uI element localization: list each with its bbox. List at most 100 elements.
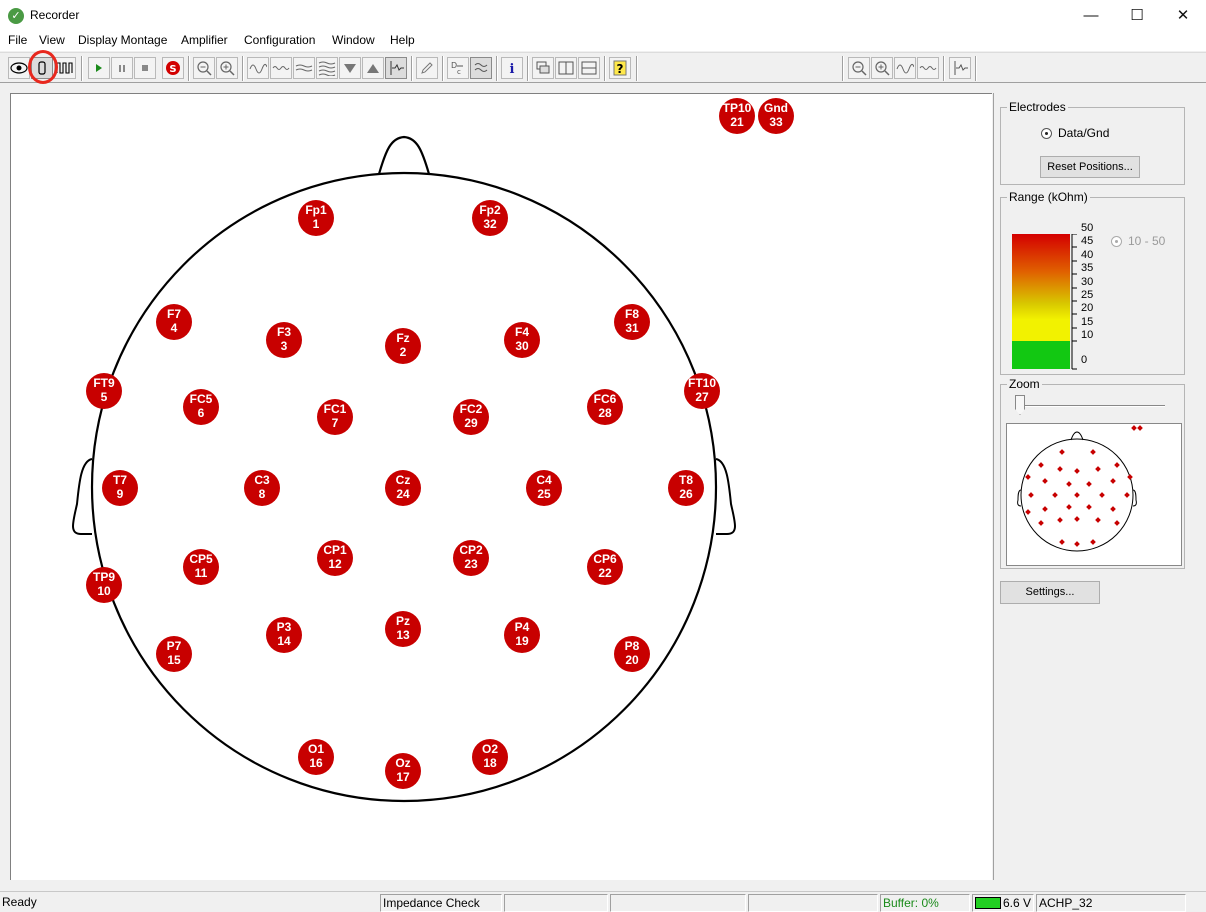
close-button[interactable]: ✕ [1160,0,1206,31]
arrow-up-icon[interactable] [362,57,384,79]
menu-display-montage[interactable]: Display Montage [77,33,168,47]
electrode-tp10[interactable]: TP10 21 [719,98,755,134]
electrode-c4[interactable]: C4 25 [526,470,562,506]
marker-icon[interactable] [385,57,407,79]
electrode-o1[interactable]: O1 16 [298,739,334,775]
split-vertical-icon[interactable] [555,57,577,79]
overview-head-outline [1017,425,1143,552]
electrode-p8[interactable]: P8 20 [614,636,650,672]
electrode-p3[interactable]: P3 14 [266,617,302,653]
toolbar-separator [842,56,844,81]
range-tick-40: 40 [1081,249,1094,261]
electrode-gnd[interactable]: Gnd 33 [758,98,794,134]
zoom-out-icon[interactable] [848,57,870,79]
zoom-slider-thumb[interactable] [1015,395,1025,415]
electrode-cz[interactable]: Cz 24 [385,470,421,506]
filter-icon[interactable] [470,57,492,79]
menu-view[interactable]: View [38,33,66,47]
electrode-cp6[interactable]: CP6 22 [587,549,623,585]
range-tick-35: 35 [1081,262,1094,274]
electrode-fc2[interactable]: FC2 29 [453,399,489,435]
wave-icon[interactable] [894,57,916,79]
zoom-slider-track[interactable] [1019,405,1165,407]
range-tick-15: 15 [1081,316,1094,328]
range-group-title: Range (kOhm) [1007,190,1090,204]
electrode-t8[interactable]: T8 26 [668,470,704,506]
dc-icon[interactable]: Dc [447,57,469,79]
wave-small-icon[interactable] [270,57,292,79]
range-tick-30: 30 [1081,276,1094,288]
pencil-icon[interactable] [416,57,438,79]
data-gnd-label: Data/Gnd [1058,126,1110,140]
toolbar-separator [496,56,498,81]
signal-icon[interactable] [54,57,76,79]
electrode-t7[interactable]: T7 9 [102,470,138,506]
wave-icon[interactable] [247,57,269,79]
eye-icon[interactable] [8,57,30,79]
stop-icon[interactable] [134,57,156,79]
impedance-icon[interactable] [31,57,53,79]
electrode-map-canvas[interactable]: Fp1 1 Fz 2 F3 3 F7 4 FT9 5 FC5 6 FC1 7 C3 8 T7 9 … [10,93,992,880]
status-mode: Impedance Check [380,894,502,912]
electrode-o2[interactable]: O2 18 [472,739,508,775]
help-icon[interactable]: ? [609,57,631,79]
zoom-in-icon[interactable] [216,57,238,79]
status-cell-empty-2 [610,894,746,912]
status-bar: Ready Impedance Check Buffer: 0% 6.6 V A… [0,891,1206,912]
menu-configuration[interactable]: Configuration [243,33,316,47]
status-cell-empty-1 [504,894,608,912]
overview-map[interactable] [1006,423,1182,566]
info-icon[interactable]: i [501,57,523,79]
zoom-in-icon[interactable] [871,57,893,79]
montage-icon[interactable] [532,57,554,79]
electrode-fp2[interactable]: Fp2 32 [472,200,508,236]
electrode-f7[interactable]: F7 4 [156,304,192,340]
wave-small-icon[interactable] [917,57,939,79]
pause-icon[interactable] [111,57,133,79]
electrode-pz[interactable]: Pz 13 [385,611,421,647]
electrode-p4[interactable]: P4 19 [504,617,540,653]
electrode-c3[interactable]: C3 8 [244,470,280,506]
toolbar-separator [242,56,244,81]
electrode-f4[interactable]: F4 30 [504,322,540,358]
side-panel: Electrodes Data/Gnd Reset Positions... R… [993,93,1193,880]
zoom-out-icon[interactable] [193,57,215,79]
electrode-fc6[interactable]: FC6 28 [587,389,623,425]
electrode-oz[interactable]: Oz 17 [385,753,421,789]
status-buffer: Buffer: 0% [880,894,970,912]
electrode-ft9[interactable]: FT9 5 [86,373,122,409]
svg-text:i: i [510,62,515,76]
electrode-cp2[interactable]: CP2 23 [453,540,489,576]
split-horizontal-icon[interactable] [578,57,600,79]
electrode-p7[interactable]: P7 15 [156,636,192,672]
marker-icon[interactable] [949,57,971,79]
maximize-button[interactable]: ☐ [1114,0,1160,31]
toolbar-separator [975,56,977,81]
play-icon[interactable] [88,57,110,79]
electrode-f3[interactable]: F3 3 [266,322,302,358]
menu-window[interactable]: Window [331,33,376,47]
data-gnd-radio[interactable] [1041,128,1052,139]
electrode-fp1[interactable]: Fp1 1 [298,200,334,236]
wave-stack-icon[interactable] [316,57,338,79]
electrode-f8[interactable]: F8 31 [614,304,650,340]
electrode-fc1[interactable]: FC1 7 [317,399,353,435]
menu-file[interactable]: File [7,33,28,47]
menu-help[interactable]: Help [389,33,416,47]
electrode-tp9[interactable]: TP9 10 [86,567,122,603]
reset-positions-button[interactable]: Reset Positions... [1040,156,1140,178]
electrode-cp1[interactable]: CP1 12 [317,540,353,576]
settings-button[interactable]: Settings... [1000,581,1100,604]
window-title: Recorder [30,8,80,22]
record-icon[interactable]: S [162,57,184,79]
electrode-cp5[interactable]: CP5 11 [183,549,219,585]
wave-flat-icon[interactable] [293,57,315,79]
electrode-fc5[interactable]: FC5 6 [183,389,219,425]
menu-amplifier[interactable]: Amplifier [180,33,229,47]
range-10-50-radio[interactable] [1111,236,1122,247]
toolbar-separator [636,56,638,81]
arrow-down-icon[interactable] [339,57,361,79]
electrode-fz[interactable]: Fz 2 [385,328,421,364]
minimize-button[interactable]: — [1068,0,1114,31]
electrode-ft10[interactable]: FT10 27 [684,373,720,409]
